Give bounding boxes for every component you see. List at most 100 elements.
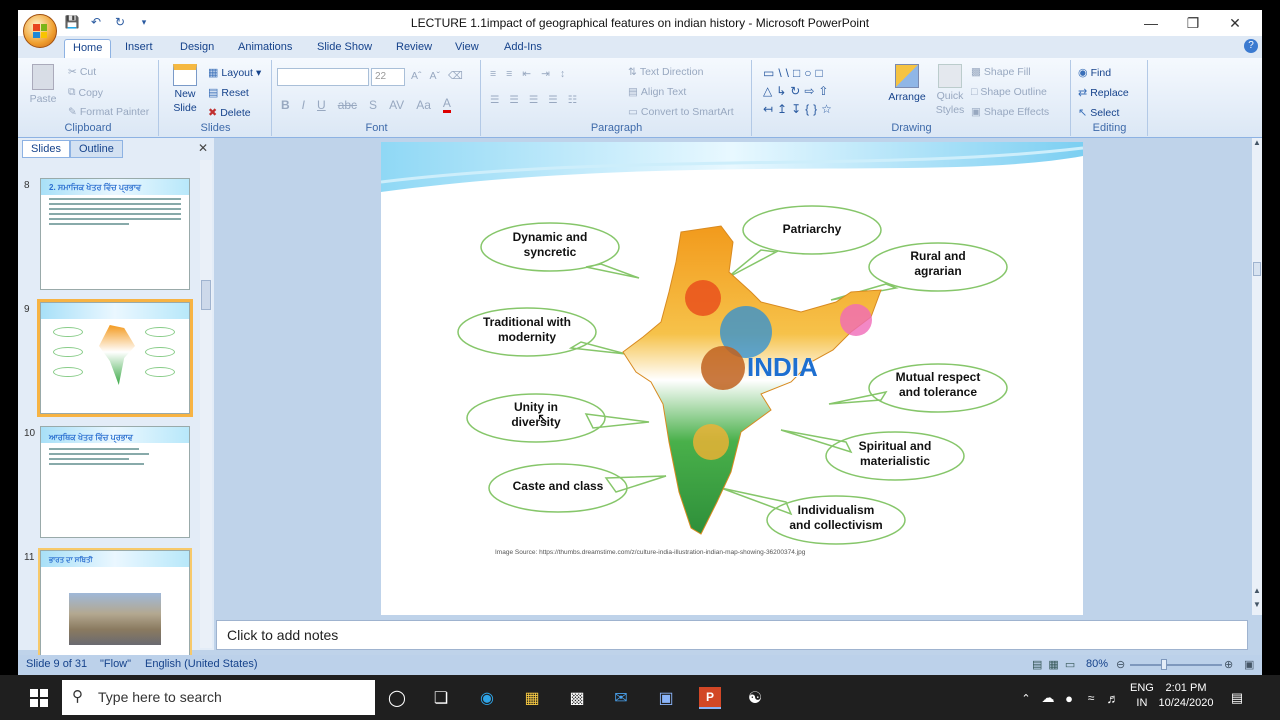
align-text-button[interactable]: ▤ Align Text: [628, 86, 686, 98]
office-button[interactable]: [23, 14, 57, 48]
notes-pane[interactable]: Click to add notes: [216, 620, 1248, 650]
paste-button[interactable]: Paste: [28, 64, 58, 105]
quick-styles-button[interactable]: Quick Styles: [933, 64, 967, 116]
text-direction-button[interactable]: ⇅ Text Direction: [628, 66, 703, 78]
microphone-icon[interactable]: ●: [1058, 687, 1080, 709]
scroll-thumb[interactable]: [1253, 262, 1261, 276]
justify-icon[interactable]: ☰: [548, 94, 557, 106]
font-name-box[interactable]: [277, 68, 369, 86]
slide-thumbnail-8[interactable]: 2. ਸਮਾਜਿਕ ਖੇਤਰ ਵਿੱਚ ਪ੍ਰਭਾਵ: [40, 178, 190, 290]
pane-scroll-thumb[interactable]: [201, 280, 211, 310]
notification-icon[interactable]: ▤: [1226, 687, 1248, 709]
slide-thumbnail-11[interactable]: ਭਾਰਤ ਦਾ ਸਥਿਤੀ: [38, 548, 192, 664]
close-icon[interactable]: ✕: [1214, 12, 1256, 34]
slide-thumbnail-10[interactable]: ਆਰਥਿਕ ਖੇਤਰ ਵਿੱਚ ਪ੍ਰਭਾਵ: [40, 426, 190, 538]
change-case-icon[interactable]: Aa: [416, 98, 431, 112]
next-slide-icon[interactable]: ▼: [1252, 600, 1262, 609]
tab-slides[interactable]: Slides: [22, 140, 70, 158]
shrink-font-icon[interactable]: Aˇ: [430, 70, 441, 82]
replace-button[interactable]: ⇄ Replace: [1078, 86, 1129, 100]
slide-thumbnail-9[interactable]: [37, 299, 193, 417]
align-right-icon[interactable]: ☰: [529, 94, 538, 106]
bold-icon[interactable]: B: [281, 98, 290, 112]
clear-format-icon[interactable]: ⌫: [448, 70, 463, 82]
shapes-gallery[interactable]: ▭\\□○□ △↳↻⇨⇧ ↤↥↧{}☆: [763, 64, 875, 118]
windows-start-icon[interactable]: [30, 689, 48, 707]
mail-icon[interactable]: ✉: [610, 687, 632, 709]
tab-home[interactable]: Home: [64, 39, 112, 58]
layout-button[interactable]: ▦ Layout ▾: [208, 66, 261, 80]
reset-button[interactable]: ▤ Reset: [208, 86, 249, 100]
spacing-icon[interactable]: AV: [389, 98, 404, 112]
new-slide-button[interactable]: New Slide: [168, 64, 202, 114]
scroll-up-icon[interactable]: ▲: [1252, 138, 1262, 147]
format-painter-button[interactable]: ✎ Format Painter: [68, 106, 149, 118]
sorter-view-icon[interactable]: ▦: [1048, 659, 1064, 671]
tab-slide-show[interactable]: Slide Show: [309, 39, 380, 58]
decrease-indent-icon[interactable]: ⇤: [522, 68, 531, 80]
zoom-level[interactable]: 80%: [1086, 658, 1108, 670]
grow-font-icon[interactable]: Aˆ: [411, 70, 422, 82]
tab-animations[interactable]: Animations: [230, 39, 300, 58]
shape-effects-button[interactable]: ▣ Shape Effects: [971, 106, 1049, 118]
zoom-slider[interactable]: [1130, 664, 1222, 666]
columns-icon[interactable]: ☷: [568, 94, 577, 106]
tab-add-ins[interactable]: Add-Ins: [496, 39, 550, 58]
prev-slide-icon[interactable]: ▲: [1252, 586, 1262, 595]
numbering-icon[interactable]: ≡: [506, 68, 512, 80]
task-view-icon[interactable]: ❏: [430, 687, 452, 709]
zoom-in-icon[interactable]: ⊕: [1224, 658, 1233, 671]
slide-scrollbar[interactable]: ▲ ▲ ▼: [1252, 138, 1262, 615]
store-icon[interactable]: ▩: [566, 687, 588, 709]
line-spacing-icon[interactable]: ↕: [560, 68, 565, 80]
clock[interactable]: 2:01 PM 10/24/2020: [1158, 681, 1214, 711]
underline-icon[interactable]: U: [317, 98, 326, 112]
file-explorer-icon[interactable]: ▦: [521, 687, 543, 709]
zoom-slider-thumb[interactable]: [1161, 659, 1167, 670]
tab-insert[interactable]: Insert: [117, 39, 161, 58]
delete-button[interactable]: ✖ Delete: [208, 106, 251, 120]
align-left-icon[interactable]: ☰: [490, 94, 499, 106]
bullets-icon[interactable]: ≡: [490, 68, 496, 80]
edge-icon[interactable]: ◉: [476, 687, 498, 709]
tab-view[interactable]: View: [447, 39, 487, 58]
font-size-box[interactable]: 22: [371, 68, 405, 86]
close-pane-icon[interactable]: ✕: [198, 141, 208, 155]
powerpoint-icon[interactable]: P: [699, 687, 721, 709]
language-status[interactable]: English (United States): [145, 658, 258, 670]
zoom-out-icon[interactable]: ⊖: [1116, 658, 1125, 671]
strikethrough-icon[interactable]: abc: [338, 98, 357, 112]
taskbar-search-input[interactable]: Type here to search: [62, 680, 375, 715]
shape-fill-button[interactable]: ▩ Shape Fill: [971, 66, 1031, 78]
restore-icon[interactable]: ❐: [1172, 12, 1214, 34]
arrange-button[interactable]: Arrange: [887, 64, 927, 103]
shape-outline-button[interactable]: □ Shape Outline: [971, 86, 1047, 98]
fit-slide-icon[interactable]: ▣: [1244, 658, 1254, 671]
copy-button[interactable]: ⧉ Copy: [68, 86, 103, 99]
select-button[interactable]: ↖ Select: [1078, 106, 1119, 120]
help-icon[interactable]: ?: [1244, 39, 1258, 53]
recorder-icon[interactable]: ☯: [744, 687, 766, 709]
input-language[interactable]: ENG IN: [1130, 681, 1154, 711]
tab-outline[interactable]: Outline: [69, 140, 123, 158]
slideshow-view-icon[interactable]: ▭: [1065, 659, 1081, 671]
network-icon[interactable]: ☁: [1037, 687, 1059, 709]
cortana-icon[interactable]: ◯: [386, 687, 408, 709]
shadow-icon[interactable]: S: [369, 98, 377, 112]
center-icon[interactable]: ☰: [509, 94, 518, 106]
minimize-icon[interactable]: —: [1130, 12, 1172, 34]
find-button[interactable]: ◉ Find: [1078, 66, 1111, 80]
font-color-icon[interactable]: A: [442, 96, 451, 113]
cut-button[interactable]: ✂ Cut: [68, 66, 96, 78]
convert-smartart-button[interactable]: ▭ Convert to SmartArt: [628, 106, 734, 118]
pane-scrollbar[interactable]: [200, 160, 212, 648]
volume-icon[interactable]: ♬: [1102, 687, 1124, 709]
normal-view-icon[interactable]: ▤: [1032, 659, 1048, 671]
tab-design[interactable]: Design: [172, 39, 222, 58]
slide-canvas[interactable]: INDIA Dynamic and syncretic Patriarchy Ru…: [381, 142, 1083, 615]
tray-chevron-icon[interactable]: ⌃: [1015, 687, 1037, 709]
tab-review[interactable]: Review: [388, 39, 440, 58]
increase-indent-icon[interactable]: ⇥: [541, 68, 550, 80]
italic-icon[interactable]: I: [302, 98, 305, 112]
app-icon[interactable]: ▣: [655, 687, 677, 709]
